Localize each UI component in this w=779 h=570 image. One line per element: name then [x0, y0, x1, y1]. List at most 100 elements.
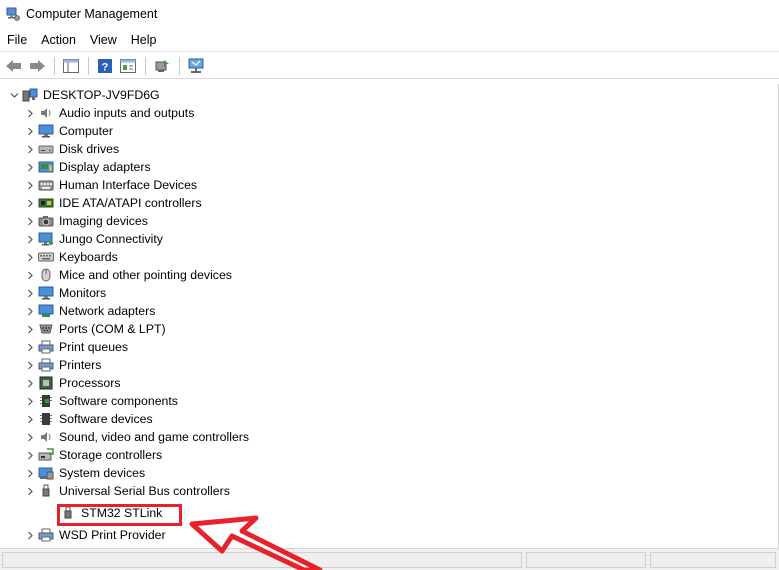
tree-item-label: Monitors	[59, 286, 107, 300]
chevron-right-icon[interactable]	[22, 464, 38, 482]
chevron-right-icon[interactable]	[22, 266, 38, 284]
chevron-right-icon[interactable]	[22, 194, 38, 212]
scan-hardware-icon[interactable]	[185, 55, 207, 77]
tree-item-label: Universal Serial Bus controllers	[59, 484, 230, 498]
computer-icon	[22, 88, 38, 102]
tree-item-label: Ports (COM & LPT)	[59, 322, 166, 336]
tree-category[interactable]: System devices	[22, 464, 145, 482]
tree-category[interactable]: Display adapters	[22, 158, 151, 176]
disk-drive-icon	[38, 142, 54, 156]
chevron-right-icon[interactable]	[22, 482, 38, 500]
software-component-icon	[38, 394, 54, 408]
tree-category[interactable]: Software components	[22, 392, 178, 410]
tree-item-label: Print queues	[59, 340, 129, 354]
tree-item-label: Processors	[59, 376, 121, 390]
tree-category[interactable]: Processors	[22, 374, 121, 392]
tree-category[interactable]: Network adapters	[22, 302, 155, 320]
menu-help[interactable]: Help	[124, 28, 164, 52]
tree-category[interactable]: Storage controllers	[22, 446, 162, 464]
chevron-right-icon[interactable]	[22, 158, 38, 176]
mouse-icon	[38, 268, 54, 282]
tree-category[interactable]: WSD Print Provider	[22, 526, 166, 544]
menu-bar: File Action View Help	[0, 28, 779, 52]
tree-category[interactable]: Print queues	[22, 338, 128, 356]
toolbar: ?	[0, 53, 779, 79]
printer-icon	[38, 528, 54, 542]
tree-category[interactable]: Software devices	[22, 410, 153, 428]
tree-category[interactable]: Jungo Connectivity	[22, 230, 163, 248]
chevron-right-icon[interactable]	[22, 140, 38, 158]
network-monitor-icon	[38, 232, 54, 246]
chevron-right-icon[interactable]	[22, 428, 38, 446]
chevron-right-icon[interactable]	[22, 338, 38, 356]
properties-icon[interactable]	[117, 55, 139, 77]
menu-file[interactable]: File	[0, 28, 34, 52]
tree-category[interactable]: Keyboards	[22, 248, 118, 266]
back-arrow-icon[interactable]	[3, 55, 25, 77]
chevron-right-icon[interactable]	[22, 356, 38, 374]
monitor-icon	[38, 124, 54, 138]
tree-category[interactable]: Universal Serial Bus controllers	[22, 482, 230, 500]
chevron-down-icon[interactable]	[6, 86, 22, 104]
show-hide-tree-icon[interactable]	[60, 55, 82, 77]
chevron-right-icon[interactable]	[22, 410, 38, 428]
tree-item-label: Imaging devices	[59, 214, 148, 228]
ide-controller-icon	[38, 196, 54, 210]
chevron-right-icon[interactable]	[22, 230, 38, 248]
tree-item-label: IDE ATA/ATAPI controllers	[59, 196, 202, 210]
speaker-icon	[38, 106, 54, 120]
chevron-right-icon[interactable]	[22, 374, 38, 392]
tree-item-label: WSD Print Provider	[59, 528, 166, 542]
forward-arrow-icon[interactable]	[26, 55, 48, 77]
tree-item-label: Software devices	[59, 412, 153, 426]
computer-management-icon	[6, 7, 20, 21]
chevron-right-icon[interactable]	[22, 526, 38, 544]
tree-category[interactable]: Audio inputs and outputs	[22, 104, 194, 122]
system-devices-icon	[38, 466, 54, 480]
chevron-right-icon[interactable]	[22, 302, 38, 320]
processor-icon	[38, 376, 54, 390]
tree-category[interactable]: Computer	[22, 122, 113, 140]
keyboard-icon	[38, 250, 54, 264]
tree-item-label: Keyboards	[59, 250, 118, 264]
annotation-arrow	[189, 515, 323, 570]
tree-category[interactable]: Ports (COM & LPT)	[22, 320, 166, 338]
status-segment	[650, 552, 776, 568]
hid-icon	[38, 178, 54, 192]
chevron-right-icon[interactable]	[22, 104, 38, 122]
tree-category[interactable]: Human Interface Devices	[22, 176, 197, 194]
tree-category[interactable]: IDE ATA/ATAPI controllers	[22, 194, 202, 212]
toolbar-separator	[88, 56, 89, 75]
software-device-icon	[38, 412, 54, 426]
camera-icon	[38, 214, 54, 228]
chevron-right-icon[interactable]	[22, 284, 38, 302]
title-bar: Computer Management	[0, 0, 779, 28]
tree-category[interactable]: Imaging devices	[22, 212, 148, 230]
tree-item-label: Sound, video and game controllers	[59, 430, 250, 444]
status-segment	[526, 552, 646, 568]
chevron-right-icon[interactable]	[22, 320, 38, 338]
printer-icon	[38, 358, 54, 372]
toolbar-separator	[54, 56, 55, 75]
chevron-right-icon[interactable]	[22, 392, 38, 410]
chevron-right-icon[interactable]	[22, 248, 38, 266]
chevron-right-icon[interactable]	[22, 446, 38, 464]
tree-category[interactable]: Mice and other pointing devices	[22, 266, 232, 284]
highlight-box	[57, 504, 182, 526]
menu-view[interactable]: View	[83, 28, 124, 52]
menu-action[interactable]: Action	[34, 28, 83, 52]
tree-category[interactable]: Monitors	[22, 284, 106, 302]
help-icon[interactable]: ?	[94, 55, 116, 77]
chevron-right-icon[interactable]	[22, 176, 38, 194]
speaker-icon	[38, 430, 54, 444]
tree-category[interactable]: Disk drives	[22, 140, 119, 158]
chevron-right-icon[interactable]	[22, 122, 38, 140]
tree-category[interactable]: Sound, video and game controllers	[22, 428, 249, 446]
chevron-right-icon[interactable]	[22, 212, 38, 230]
printer-icon	[38, 340, 54, 354]
tree-category[interactable]: Printers	[22, 356, 101, 374]
tree-root-computer[interactable]: DESKTOP-JV9FD6G	[6, 86, 160, 104]
storage-controller-icon	[38, 448, 54, 462]
update-driver-icon[interactable]	[151, 55, 173, 77]
tree-item-label: Storage controllers	[59, 448, 163, 462]
